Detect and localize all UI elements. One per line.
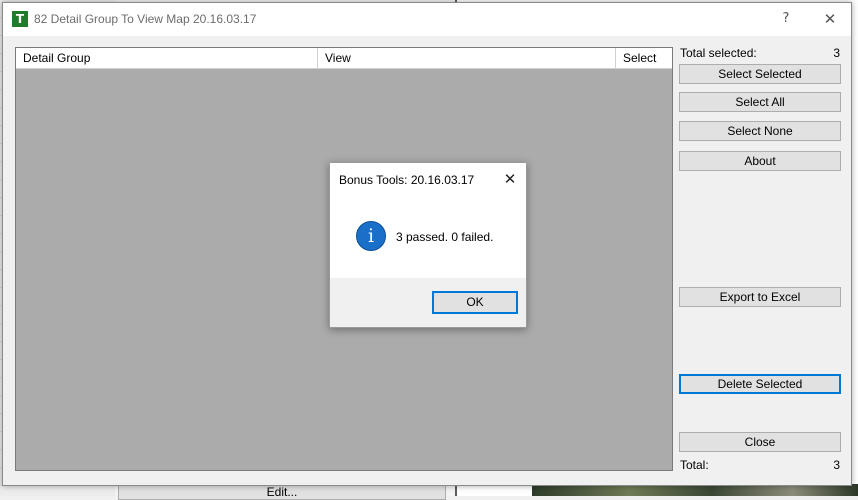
message-box-title: Bonus Tools: 20.16.03.17 [339, 173, 475, 187]
column-header-detail-group[interactable]: Detail Group [16, 48, 318, 68]
info-icon: i [356, 221, 386, 251]
message-box-close-icon[interactable]: ✕ [500, 169, 520, 189]
total-selected-label: Total selected: [680, 46, 757, 60]
export-to-excel-button[interactable]: Export to Excel [679, 287, 841, 307]
delete-selected-button[interactable]: Delete Selected [679, 374, 841, 394]
title-bar[interactable]: T 82 Detail Group To View Map 20.16.03.1… [3, 3, 851, 36]
message-box: Bonus Tools: 20.16.03.17 ✕ i 3 passed. 0… [329, 162, 527, 328]
about-button[interactable]: About [679, 151, 841, 171]
total-label: Total: [680, 458, 709, 472]
select-none-button[interactable]: Select None [679, 121, 841, 141]
ok-button[interactable]: OK [432, 291, 518, 314]
grid-header: Detail Group View Select [16, 48, 672, 69]
background-edit-button[interactable]: Edit... [118, 484, 446, 500]
total-selected-value: 3 [833, 46, 840, 60]
total-value: 3 [833, 458, 840, 472]
message-box-footer: OK [330, 278, 526, 327]
app-icon: T [12, 11, 28, 27]
column-header-select[interactable]: Select [616, 48, 672, 68]
total-selected: Total selected: 3 [680, 46, 842, 60]
close-window-button[interactable]: ✕ [815, 8, 845, 30]
column-header-view[interactable]: View [318, 48, 616, 68]
close-button[interactable]: Close [679, 432, 841, 452]
help-button[interactable]: ? [771, 8, 801, 30]
window-title: 82 Detail Group To View Map 20.16.03.17 [34, 12, 257, 26]
select-all-button[interactable]: Select All [679, 92, 841, 112]
message-text: 3 passed. 0 failed. [396, 230, 494, 244]
select-selected-button[interactable]: Select Selected [679, 64, 841, 84]
total-count: Total: 3 [680, 458, 842, 472]
